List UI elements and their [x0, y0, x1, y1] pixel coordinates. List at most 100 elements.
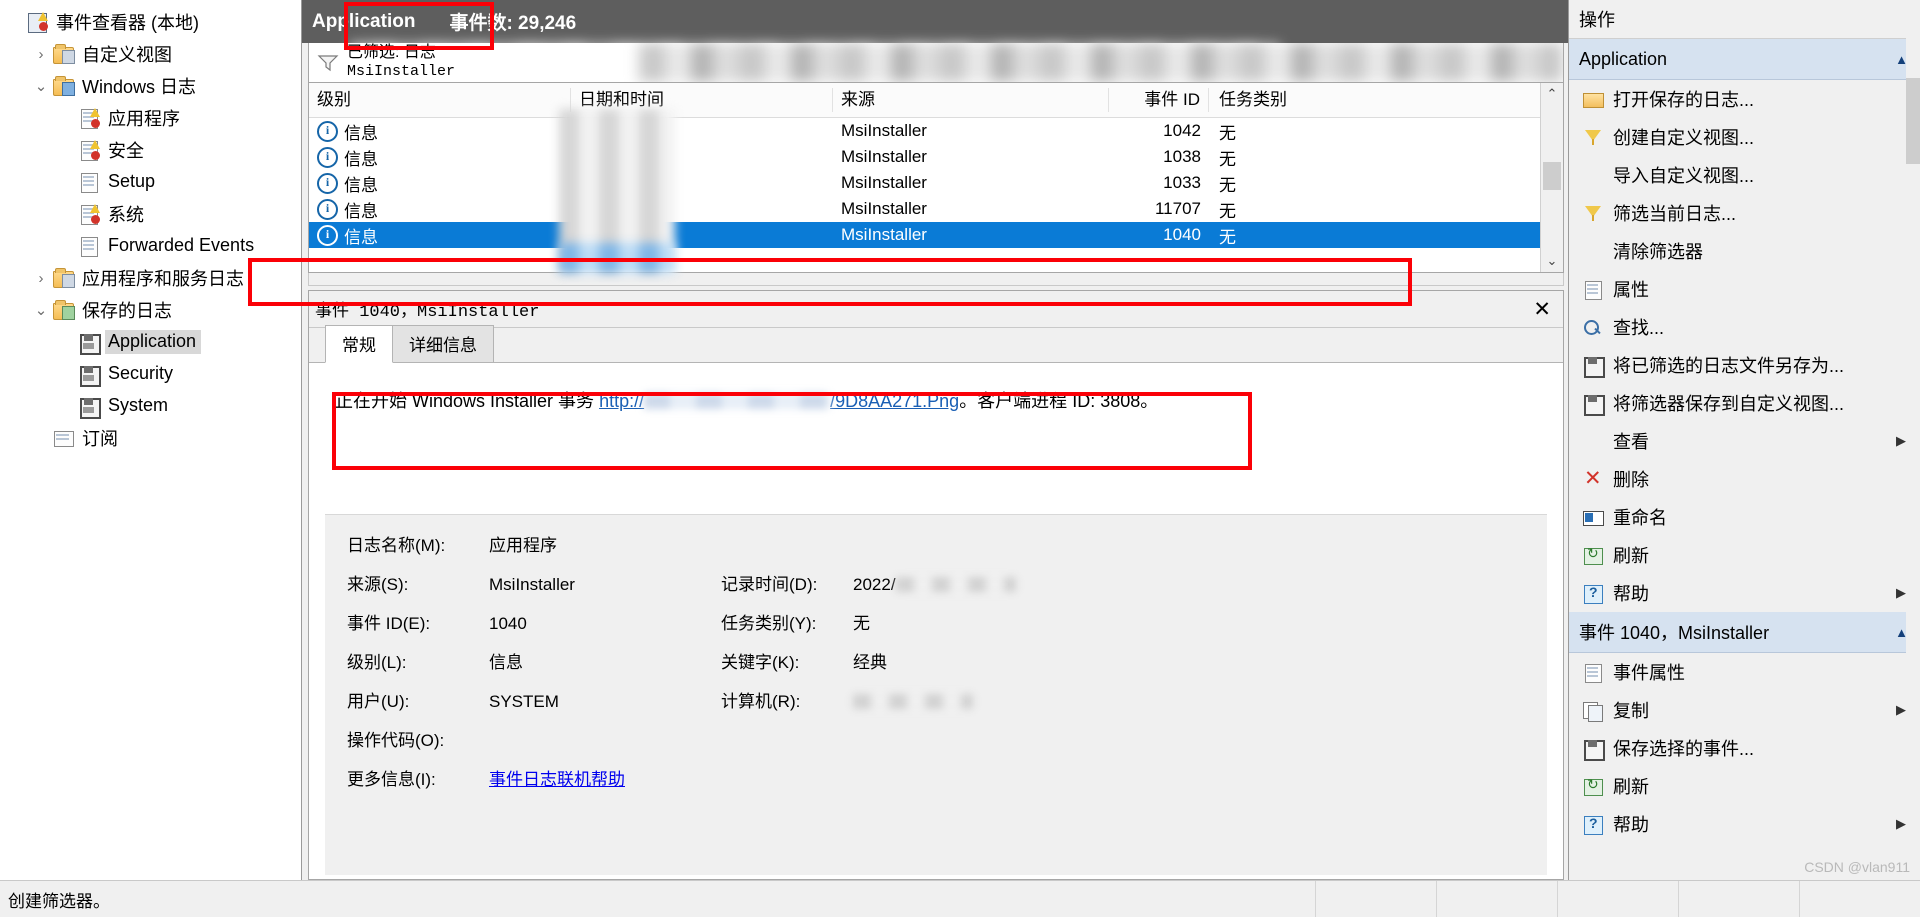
action-item-删除[interactable]: 删除: [1569, 460, 1920, 498]
action-item-将筛选器保存到自定义视图[interactable]: 将筛选器保存到自定义视图...: [1569, 384, 1920, 422]
chevron-right-icon[interactable]: ▶: [1896, 816, 1906, 832]
actions-title: 操作: [1569, 0, 1920, 39]
cell-level-text: 信息: [344, 201, 378, 221]
scroll-up-icon[interactable]: ⌃: [1547, 83, 1558, 105]
column-header-source[interactable]: 来源: [833, 88, 1109, 112]
actions-section-header[interactable]: Application ▲: [1569, 39, 1920, 80]
tab-general[interactable]: 常规: [325, 325, 393, 363]
event-message-suffix: 。客户端进程 ID: 3808。: [959, 391, 1159, 411]
funnel-icon: [309, 54, 347, 72]
event-row[interactable]: i信息2022/MsiInstaller1040无: [309, 222, 1540, 248]
information-icon: i: [317, 224, 338, 246]
column-header-event-id[interactable]: 事件 ID: [1109, 88, 1209, 112]
field-row-opcode: 操作代码(O):: [347, 726, 1537, 751]
blank-icon: [1579, 240, 1609, 262]
open-log-icon: [1579, 88, 1609, 110]
center-header-title: Application: [312, 10, 416, 32]
action-item-导入自定义视图[interactable]: 导入自定义视图...: [1569, 156, 1920, 194]
action-item-label: 打开保存的日志...: [1613, 90, 1755, 110]
more-info-link[interactable]: 事件日志联机帮助: [489, 770, 625, 789]
tree-item-windows-[interactable]: ⌄ Windows 日志: [0, 70, 301, 102]
event-list-hscrollbar[interactable]: [308, 273, 1564, 286]
actions-scrollbar[interactable]: [1906, 0, 1920, 880]
close-icon[interactable]: ✕: [1533, 299, 1551, 320]
tree-item--[interactable]: ›应用程序: [0, 102, 301, 134]
action-item-创建自定义视图[interactable]: 创建自定义视图...: [1569, 118, 1920, 156]
tree-item-security[interactable]: ›Security: [0, 358, 301, 390]
scrollbar-thumb[interactable]: [1543, 161, 1561, 190]
chevron-right-icon[interactable]: ▶: [1896, 433, 1906, 449]
information-icon: i: [317, 172, 338, 194]
action-item-查找[interactable]: 查找...: [1569, 308, 1920, 346]
status-bar: 创建筛选器。: [0, 880, 1920, 917]
funnel-icon: [1579, 202, 1609, 224]
chevron-right-icon[interactable]: ▶: [1896, 702, 1906, 718]
action-item-清除筛选器[interactable]: 清除筛选器: [1569, 232, 1920, 270]
event-message-link[interactable]: http:// /9D8AA271.Png: [599, 391, 959, 411]
status-segment: [1436, 881, 1557, 917]
action-item-保存选择的事件[interactable]: 保存选择的事件...: [1569, 729, 1920, 767]
tree-item-forwarded-events[interactable]: ›Forwarded Events: [0, 230, 301, 262]
actions-section-header[interactable]: 事件 1040，MsiInstaller ▲: [1569, 612, 1920, 653]
action-item-事件属性[interactable]: 事件属性: [1569, 653, 1920, 691]
cell-event-id: 1042: [1163, 121, 1201, 140]
tree-item--[interactable]: ›安全: [0, 134, 301, 166]
tab-details[interactable]: 详细信息: [392, 325, 494, 362]
action-item-label: 删除: [1613, 470, 1649, 490]
tree-item--[interactable]: › 自定义视图: [0, 38, 301, 70]
action-item-刷新[interactable]: 刷新: [1569, 767, 1920, 805]
saved-log-disk-icon: [78, 364, 101, 387]
user-value: SYSTEM: [489, 692, 559, 711]
chevron-right-icon[interactable]: ▶: [1896, 585, 1906, 601]
refresh-icon: [1579, 544, 1609, 566]
event-list[interactable]: 级别 日期和时间 来源 事件 ID 任务类别 i信息2022/MsiInstal…: [308, 83, 1564, 273]
status-text: 创建筛选器。: [8, 891, 110, 911]
event-row[interactable]: i信息2022/MsiInstaller1042无: [309, 118, 1540, 144]
action-item-查看[interactable]: 查看 ▶: [1569, 422, 1920, 460]
expander-icon[interactable]: ⌄: [30, 77, 52, 95]
action-item-label: 保存选择的事件...: [1613, 739, 1755, 759]
action-item-帮助[interactable]: 帮助 ▶: [1569, 574, 1920, 612]
refresh-icon: [1579, 775, 1609, 797]
column-header-level[interactable]: 级别: [309, 88, 571, 112]
redacted-logged-time: [895, 577, 1016, 592]
scroll-down-icon[interactable]: ⌄: [1547, 250, 1558, 272]
event-row[interactable]: i信息2022/MsiInstaller1038无: [309, 144, 1540, 170]
action-item-label: 查看: [1613, 432, 1649, 452]
action-item-刷新[interactable]: 刷新: [1569, 536, 1920, 574]
tree-item--[interactable]: ⌄ 保存的日志: [0, 294, 301, 326]
level-label: 级别(L):: [347, 653, 407, 672]
event-list-header[interactable]: 级别 日期和时间 来源 事件 ID 任务类别: [309, 83, 1540, 118]
action-item-复制[interactable]: 复制 ▶: [1569, 691, 1920, 729]
column-header-task[interactable]: 任务类别: [1209, 88, 1540, 112]
tree-item--[interactable]: ›系统: [0, 198, 301, 230]
event-detail-tabs[interactable]: 常规 详细信息: [309, 325, 1563, 363]
event-row[interactable]: i信息2022/MsiInstaller1033无: [309, 170, 1540, 196]
expander-icon[interactable]: ⌄: [30, 301, 52, 319]
tree-item-system[interactable]: ›System: [0, 390, 301, 422]
expander-icon[interactable]: ›: [30, 270, 52, 287]
expander-icon[interactable]: ›: [30, 46, 52, 63]
action-item-筛选当前日志[interactable]: 筛选当前日志...: [1569, 194, 1920, 232]
tree-item-application[interactable]: ›Application: [0, 326, 301, 358]
event-list-scrollbar[interactable]: ⌃ ⌄: [1540, 83, 1563, 272]
logged-value: 2022/: [853, 575, 1537, 595]
console-tree-pane[interactable]: ›事件查看器 (本地)›自定义视图⌄Windows 日志›应用程序›安全›Set…: [0, 0, 302, 880]
tree-item--[interactable]: ›订阅: [0, 422, 301, 454]
source-value: MsiInstaller: [489, 575, 575, 594]
field-row-user: 用户(U): SYSTEM 计算机(R):: [347, 687, 1537, 712]
tree-item--[interactable]: ›事件查看器 (本地): [0, 6, 301, 38]
action-item-重命名[interactable]: 重命名: [1569, 498, 1920, 536]
actions-scrollbar-thumb[interactable]: [1906, 78, 1920, 164]
tree-item-label: 订阅: [82, 428, 118, 449]
action-item-属性[interactable]: 属性: [1569, 270, 1920, 308]
action-item-label: 创建自定义视图...: [1613, 128, 1755, 148]
filter-bar[interactable]: 已筛选: 日志 MsiInstaller: [308, 43, 1564, 83]
tree-item--[interactable]: › 应用程序和服务日志: [0, 262, 301, 294]
tree-item-setup[interactable]: ›Setup: [0, 166, 301, 198]
action-item-将已筛选的日志文件另存为[interactable]: 将已筛选的日志文件另存为...: [1569, 346, 1920, 384]
more-info-link-wrap[interactable]: 事件日志联机帮助: [489, 765, 721, 790]
action-item-帮助[interactable]: 帮助 ▶: [1569, 805, 1920, 843]
event-row[interactable]: i信息2022/MsiInstaller11707无: [309, 196, 1540, 222]
action-item-打开保存的日志[interactable]: 打开保存的日志...: [1569, 80, 1920, 118]
